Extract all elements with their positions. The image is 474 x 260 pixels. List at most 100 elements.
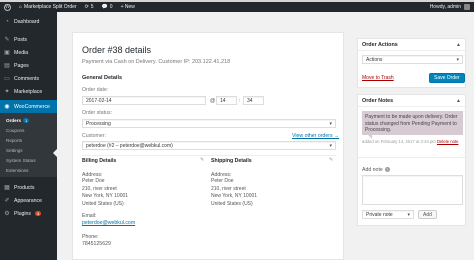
order-status-select[interactable]: Processing: [82, 119, 336, 128]
note-type-select[interactable]: Private note: [362, 210, 414, 219]
order-minute-input[interactable]: 34: [243, 96, 264, 105]
sidebar-item-label: Pages: [14, 62, 29, 69]
order-actions-box: Order Actions ▲ Actions Move to Trash Sav…: [357, 38, 466, 88]
add-note-label: Add note?: [362, 167, 390, 173]
comments-link[interactable]: 💬 0: [98, 4, 117, 10]
actions-select-value: Actions: [366, 56, 383, 63]
shipping-details-heading: Shipping Details: [211, 158, 252, 164]
add-note-label-text: Add note: [362, 167, 383, 173]
sidebar-item-plugins[interactable]: ⚙ Plugins 4: [0, 207, 57, 220]
comments-count: 0: [109, 4, 113, 10]
products-icon: ▦: [4, 184, 10, 191]
sidebar-item-pages[interactable]: ▤ Pages: [0, 59, 57, 72]
my-account[interactable]: Howdy, admin: [430, 4, 474, 10]
sidebar-item-label: Products: [14, 184, 35, 191]
billing-phone: 7845125629: [82, 241, 111, 247]
address-line: 210, river street: [82, 185, 117, 192]
note-type-value: Private note: [366, 211, 393, 218]
billing-email-label: Email:: [82, 213, 97, 219]
submenu-system-status[interactable]: System Status: [0, 155, 57, 165]
billing-address: Peter Doe 210, river street New York, NY…: [82, 178, 128, 208]
wordpress-logo-icon[interactable]: [0, 3, 15, 11]
save-order-button[interactable]: Save Order: [429, 73, 465, 83]
sidebar-item-products[interactable]: ▦ Products: [0, 181, 57, 194]
customer-label: Customer:: [82, 133, 106, 139]
order-notes-header[interactable]: Order Notes ▲: [358, 95, 465, 107]
admin-bar: ⌂ Marketplace Split Order ⟳ 5 💬 0 + New …: [0, 2, 474, 12]
note-meta: added on February 14, 2017 at 2:34 pm De…: [362, 139, 463, 144]
new-content-link[interactable]: + New: [117, 4, 139, 10]
help-icon[interactable]: ?: [384, 167, 390, 172]
add-note-textarea[interactable]: [362, 175, 463, 205]
order-status-label: Order status:: [82, 110, 112, 116]
address-line: 210, river street: [211, 185, 246, 192]
orders-count-badge: 1: [23, 117, 30, 123]
submenu-coupons[interactable]: Coupons: [0, 125, 57, 135]
submenu-orders[interactable]: Orders 1: [0, 115, 57, 125]
order-actions-header[interactable]: Order Actions ▲: [358, 39, 465, 51]
customer-value: peterdoe (#2 – peterdoe@webkul.com): [86, 142, 173, 149]
sidebar-item-appearance[interactable]: ✐ Appearance: [0, 194, 57, 207]
at-separator: @: [210, 98, 216, 104]
media-icon: ▣: [4, 49, 10, 56]
general-details-heading: General Details: [82, 75, 123, 81]
woo-icon: ◉: [4, 103, 10, 110]
updates-icon: ⟳: [84, 4, 89, 10]
divider: [82, 155, 336, 156]
current-menu-arrow: [53, 149, 57, 157]
address-line: Peter Doe: [82, 178, 105, 184]
sidebar-item-comments[interactable]: ▭ Comments: [0, 72, 57, 85]
shipping-address: Peter Doe 210, river street New York, NY…: [211, 178, 257, 208]
address-line: United States (US): [82, 200, 124, 207]
move-to-trash-link[interactable]: Move to Trash: [362, 75, 394, 81]
order-date-label: Order date:: [82, 87, 109, 93]
sidebar-item-dashboard[interactable]: ◔ Dashboard: [0, 15, 57, 28]
note-date: added on February 14, 2017 at 2:34 pm: [362, 139, 436, 144]
billing-phone-label: Phone:: [82, 234, 99, 240]
customer-select[interactable]: peterdoe (#2 – peterdoe@webkul.com): [82, 141, 336, 150]
sidebar-item-label: Posts: [14, 36, 27, 43]
divider: [358, 157, 465, 158]
sidebar-item-marketplace[interactable]: ✦ Marketplace: [0, 85, 57, 98]
woocommerce-submenu: Orders 1 Coupons Reports Settings System …: [0, 113, 57, 177]
appearance-icon: ✐: [4, 197, 10, 204]
order-status-value: Processing: [86, 120, 111, 127]
submenu-reports[interactable]: Reports: [0, 135, 57, 145]
order-payment-meta: Payment via Cash on Delivery. Customer I…: [82, 59, 231, 65]
edit-shipping-pencil-icon[interactable]: ✎: [329, 157, 333, 163]
sidebar-item-media[interactable]: ▣ Media: [0, 46, 57, 59]
box-title: Order Actions: [362, 41, 398, 48]
sidebar-item-posts[interactable]: ✎ Posts: [0, 33, 57, 46]
sidebar-item-label: Marketplace: [14, 88, 43, 95]
dashboard-icon: ◔: [5, 18, 9, 25]
address-line: New York, NY 10001: [211, 193, 258, 199]
view-other-orders-link[interactable]: View other orders →: [292, 133, 339, 139]
delete-note-link[interactable]: Delete note: [437, 139, 458, 144]
updates-count: 5: [90, 4, 94, 10]
edit-billing-pencil-icon[interactable]: ✎: [200, 157, 204, 163]
plugins-icon: ⚙: [4, 210, 10, 217]
address-line: New York, NY 10001: [82, 193, 129, 199]
sidebar-item-label: WooCommerce: [14, 103, 50, 110]
comment-icon: 💬: [101, 4, 108, 10]
order-hour-input[interactable]: 14: [216, 96, 237, 105]
submenu-extensions[interactable]: Extensions: [0, 165, 57, 175]
sidebar-item-woocommerce[interactable]: ◉ WooCommerce: [0, 100, 57, 113]
address-line: United States (US): [211, 200, 253, 207]
order-notes-box: Order Notes ▲ Payment to be made upon del…: [357, 94, 466, 226]
site-name: Marketplace Split Order: [24, 4, 77, 10]
site-name-link[interactable]: ⌂ Marketplace Split Order: [15, 4, 81, 10]
caret-up-icon[interactable]: ▲: [456, 42, 461, 48]
sidebar-item-label: Dashboard: [14, 18, 40, 25]
billing-email-link[interactable]: peterdoe@webkul.com: [82, 220, 135, 226]
submenu-settings[interactable]: Settings: [0, 145, 57, 155]
caret-up-icon[interactable]: ▲: [456, 98, 461, 104]
order-date-input[interactable]: 2017-02-14: [82, 96, 206, 105]
order-actions-select[interactable]: Actions: [362, 55, 463, 64]
add-note-button[interactable]: Add: [418, 210, 437, 219]
updates-link[interactable]: ⟳ 5: [81, 4, 98, 10]
submenu-label: Orders: [6, 117, 22, 123]
address-line: Peter Doe: [211, 178, 234, 184]
plugins-update-badge: 4: [35, 211, 42, 216]
time-colon: :: [239, 98, 241, 104]
